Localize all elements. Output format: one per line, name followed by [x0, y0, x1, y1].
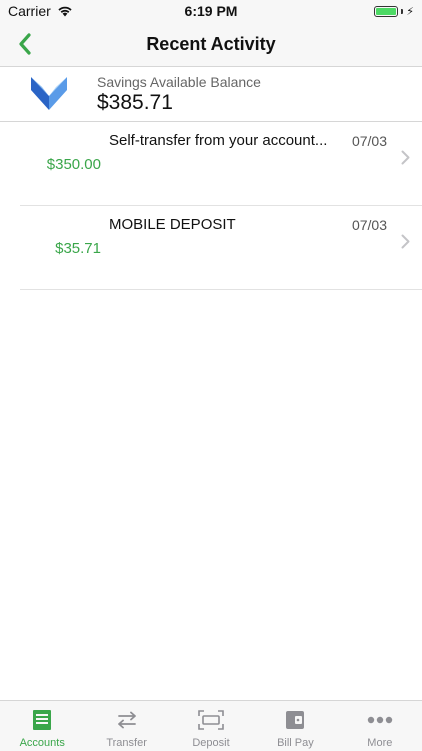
chevron-right-icon — [401, 234, 410, 249]
tab-accounts[interactable]: Accounts — [0, 701, 84, 751]
transaction-description: MOBILE DEPOSIT — [109, 216, 236, 233]
navigation-bar: Recent Activity — [0, 22, 422, 67]
account-label: Savings Available Balance — [97, 74, 261, 90]
tab-label: Deposit — [192, 737, 230, 749]
tab-label: More — [367, 737, 393, 749]
tab-transfer[interactable]: Transfer — [84, 701, 168, 751]
deposit-icon — [198, 709, 224, 731]
account-summary: Savings Available Balance $385.71 — [0, 67, 422, 122]
transaction-description: Self-transfer from your account... — [109, 132, 328, 149]
charging-icon: ⚡ — [406, 6, 414, 18]
status-bar: Carrier 6:19 PM ⚡ — [0, 0, 422, 22]
bank-logo-icon — [31, 77, 67, 110]
battery-icon — [374, 6, 399, 17]
tab-label: Transfer — [106, 737, 147, 749]
tab-label: Accounts — [19, 737, 65, 749]
tab-bar: Accounts Transfer Deposit Bill Pay More — [0, 700, 422, 751]
tab-more[interactable]: More — [338, 701, 422, 751]
accounts-icon — [29, 709, 55, 731]
more-icon — [367, 709, 393, 731]
wallet-icon — [282, 709, 308, 731]
transaction-date: 07/03 — [351, 133, 387, 149]
tab-bill-pay[interactable]: Bill Pay — [253, 701, 337, 751]
transaction-row[interactable]: MOBILE DEPOSIT 07/03 $35.71 — [20, 206, 422, 290]
chevron-right-icon — [401, 150, 410, 165]
transaction-amount: $35.71 — [55, 240, 101, 257]
transaction-date: 07/03 — [351, 217, 387, 233]
tab-deposit[interactable]: Deposit — [169, 701, 253, 751]
tab-label: Bill Pay — [277, 737, 314, 749]
page-title: Recent Activity — [146, 34, 276, 54]
transfer-icon — [114, 709, 140, 731]
transaction-row[interactable]: Self-transfer from your account... 07/03… — [20, 122, 422, 206]
account-balance: $385.71 — [97, 91, 173, 114]
battery-indicator: ⚡ — [374, 5, 414, 18]
transaction-amount: $350.00 — [46, 156, 101, 173]
status-time: 6:19 PM — [184, 3, 238, 19]
